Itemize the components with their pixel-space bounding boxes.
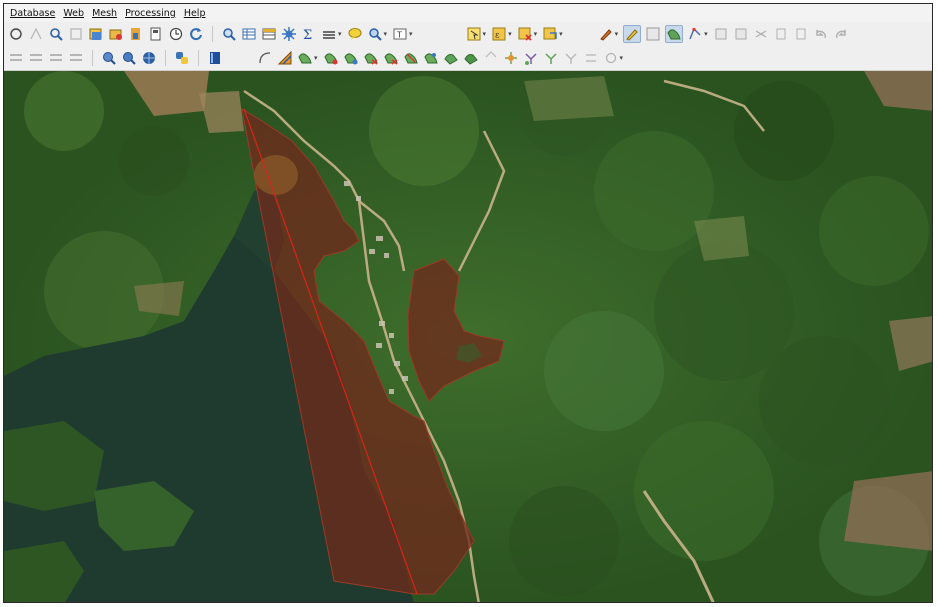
- map-tips-icon[interactable]: [347, 26, 363, 42]
- osm-search-icon[interactable]: [101, 50, 117, 66]
- vertex-tool-icon[interactable]: [687, 26, 703, 42]
- text-annotation-icon[interactable]: T: [392, 26, 408, 42]
- menu-web[interactable]: Web: [63, 8, 84, 19]
- paste-features-icon[interactable]: [773, 26, 789, 42]
- vertex-dropdown-icon[interactable]: ▾: [704, 30, 708, 38]
- spatial-bookmark-dropdown-icon[interactable]: ▾: [384, 30, 388, 38]
- select-by-expression-icon[interactable]: ε: [491, 26, 507, 42]
- rotate-icon[interactable]: [603, 50, 619, 66]
- deselect-dropdown-icon[interactable]: ▾: [534, 30, 538, 38]
- python-icon[interactable]: [174, 50, 190, 66]
- qgis-window: Database Web Mesh Processing Help Σ ▾ ▾ …: [3, 3, 933, 603]
- toolbar-separator: [198, 50, 199, 66]
- open-icon[interactable]: [8, 26, 24, 42]
- field-calculator-icon[interactable]: [261, 26, 277, 42]
- merge-features-icon[interactable]: [483, 50, 499, 66]
- globe-icon[interactable]: [141, 50, 157, 66]
- satellite-map: [4, 71, 932, 602]
- menu-help[interactable]: Help: [184, 8, 206, 19]
- digitize-icon[interactable]: [665, 25, 684, 43]
- select-features-icon[interactable]: [466, 26, 482, 42]
- copy-features-icon[interactable]: [753, 26, 769, 42]
- vertex-editor-icon[interactable]: [563, 50, 579, 66]
- select-by-location-icon[interactable]: [542, 26, 558, 42]
- add-ring-icon[interactable]: [297, 50, 313, 66]
- add-layer-icon[interactable]: [68, 50, 84, 66]
- statistics-icon[interactable]: Σ: [301, 26, 317, 42]
- reshape-icon[interactable]: [403, 50, 419, 66]
- menu-bar: Database Web Mesh Processing Help: [4, 4, 932, 22]
- refresh-icon[interactable]: [188, 26, 204, 42]
- split-parts-icon[interactable]: [463, 50, 479, 66]
- zoom-native-icon[interactable]: [128, 26, 144, 42]
- toolbar-top: Σ ▾ ▾ T ▾ ▾ ε ▾ ▾ ▾ ▾ ▾: [4, 22, 932, 47]
- identify-icon[interactable]: [221, 26, 237, 42]
- rotate-point-symbols-icon[interactable]: [523, 50, 539, 66]
- toolbar-separator: [212, 26, 213, 42]
- split-features-icon[interactable]: [443, 50, 459, 66]
- map-canvas[interactable]: [4, 71, 932, 602]
- spatial-bookmark-icon[interactable]: [367, 26, 383, 42]
- attribute-table-icon[interactable]: [241, 26, 257, 42]
- delete-selected-icon[interactable]: [713, 26, 729, 42]
- add-part-icon[interactable]: [323, 50, 339, 66]
- python-console-icon[interactable]: [8, 50, 24, 66]
- edit-pencil-icon[interactable]: [598, 26, 614, 42]
- new-map-view-icon[interactable]: [168, 26, 184, 42]
- zoom-in-icon[interactable]: [88, 26, 104, 42]
- menu-mesh[interactable]: Mesh: [92, 8, 117, 19]
- reverse-line-icon[interactable]: [583, 50, 599, 66]
- select-location-dropdown-icon[interactable]: ▾: [559, 30, 563, 38]
- snapping-icon[interactable]: [277, 50, 293, 66]
- edit-dropdown-icon[interactable]: ▾: [615, 30, 619, 38]
- redo-icon[interactable]: [833, 26, 849, 42]
- toolbar-separator: [165, 50, 166, 66]
- toolbar-bottom: ▾ ▾: [4, 46, 932, 71]
- toggle-editing-icon[interactable]: [623, 25, 642, 43]
- coordinate-capture-icon[interactable]: [121, 50, 137, 66]
- svg-text:ε: ε: [495, 31, 500, 41]
- merge-attributes-icon[interactable]: [503, 50, 519, 66]
- pan-icon[interactable]: [48, 26, 64, 42]
- svg-text:Σ: Σ: [303, 28, 312, 41]
- menu-database[interactable]: Database: [10, 8, 55, 19]
- delete-part-icon[interactable]: [383, 50, 399, 66]
- offset-curve-icon[interactable]: [423, 50, 439, 66]
- db-manager-icon[interactable]: [28, 50, 44, 66]
- undo-icon[interactable]: [813, 26, 829, 42]
- clipboard-icon[interactable]: [793, 26, 809, 42]
- georeferencer-icon[interactable]: [48, 50, 64, 66]
- svg-text:T: T: [396, 31, 402, 40]
- add-ring-dropdown-icon[interactable]: ▾: [314, 54, 318, 62]
- measure-dropdown-icon[interactable]: ▾: [338, 30, 342, 38]
- selected-area: [254, 155, 298, 195]
- pan-to-selection-icon[interactable]: [68, 26, 84, 42]
- select-dropdown-icon[interactable]: ▾: [483, 30, 487, 38]
- cut-features-icon[interactable]: [733, 26, 749, 42]
- trace-icon[interactable]: [257, 50, 273, 66]
- simplify-icon[interactable]: [543, 50, 559, 66]
- delete-ring-icon[interactable]: [363, 50, 379, 66]
- toolbar-separator: [92, 50, 93, 66]
- revert-icon[interactable]: [28, 26, 44, 42]
- select-expression-dropdown-icon[interactable]: ▾: [508, 30, 512, 38]
- fill-ring-icon[interactable]: [343, 50, 359, 66]
- menu-processing[interactable]: Processing: [125, 8, 176, 19]
- measure-icon[interactable]: [321, 26, 337, 42]
- zoom-full-icon[interactable]: [148, 26, 164, 42]
- zoom-out-icon[interactable]: [108, 26, 124, 42]
- annotation-dropdown-icon[interactable]: ▾: [409, 30, 413, 38]
- deselect-icon[interactable]: [517, 26, 533, 42]
- processing-toolbox-icon[interactable]: [281, 26, 297, 42]
- help-book-icon[interactable]: [207, 50, 223, 66]
- rotate-dropdown-icon[interactable]: ▾: [620, 54, 624, 62]
- save-edits-icon[interactable]: [645, 26, 661, 42]
